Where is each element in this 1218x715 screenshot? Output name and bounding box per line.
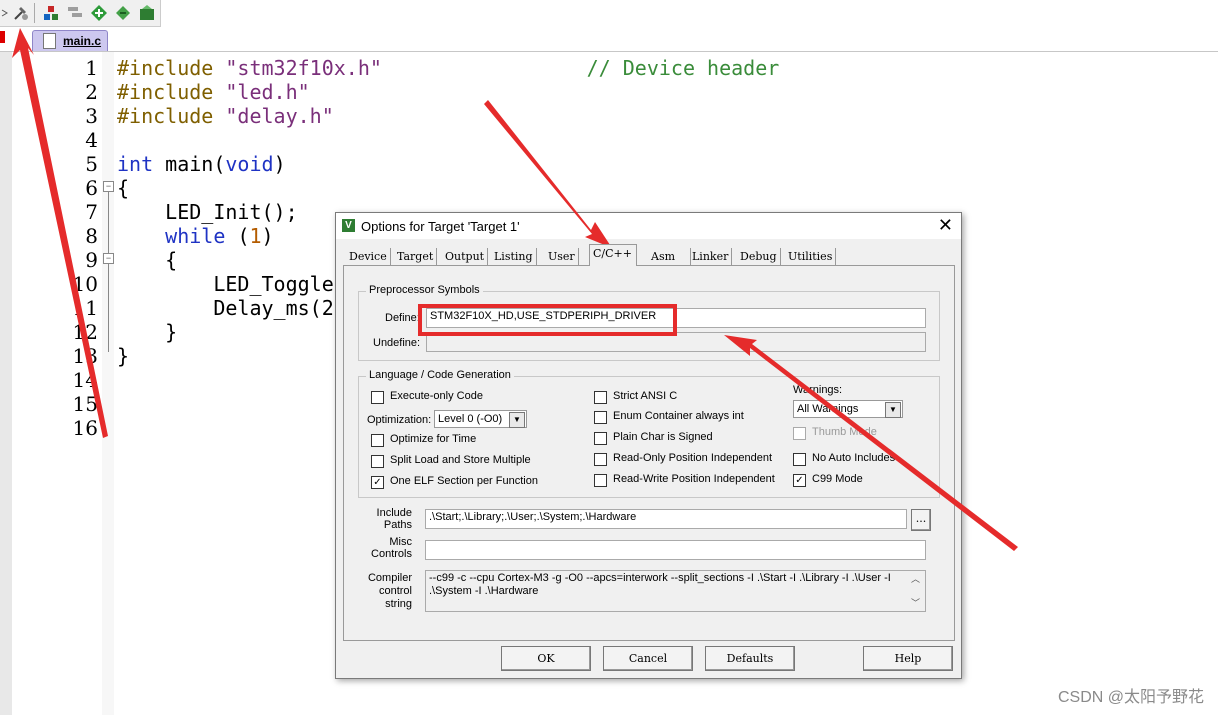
arrow-to-options-icon [12, 28, 108, 438]
arrow-to-c-cpp-tab [484, 100, 612, 248]
arrow-to-define-field [724, 335, 1018, 551]
tab-c-cpp[interactable]: C/C++ [589, 244, 637, 266]
annotation-arrows [12, 28, 1018, 551]
watermark: CSDN @太阳予野花 [1057, 689, 1204, 706]
